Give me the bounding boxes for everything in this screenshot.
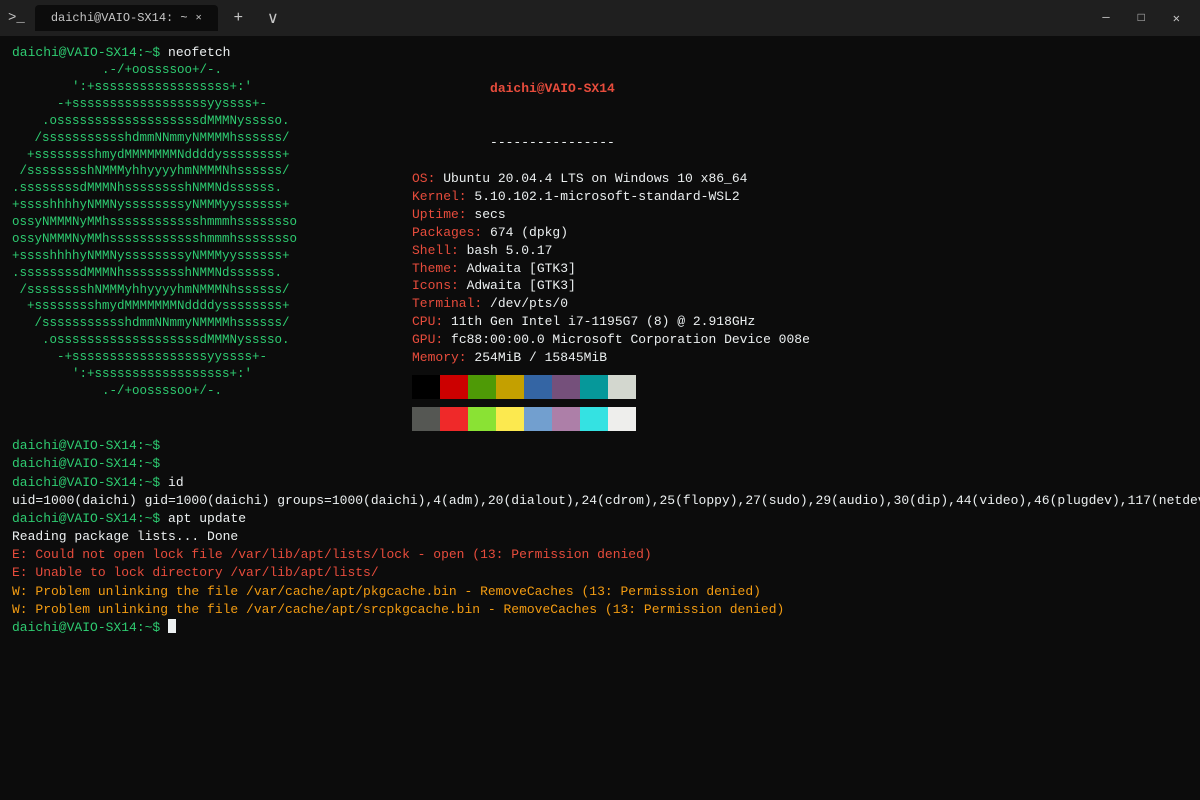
info-icons: Icons: Adwaita [GTK3] — [412, 277, 1188, 295]
prompt-text: daichi@VAIO-SX14:~$ — [12, 510, 160, 528]
apt-error-1: E: Could not open lock file /var/lib/apt… — [12, 546, 1188, 564]
info-memory: Memory: 254MiB / 15845MiB — [412, 349, 1188, 367]
cmd-apt: apt update — [160, 510, 246, 528]
apt-error-2: E: Unable to lock directory /var/lib/apt… — [12, 564, 1188, 582]
swatch-black — [412, 375, 440, 399]
swatch-bright-blue — [524, 407, 552, 431]
swatch-white — [608, 375, 636, 399]
color-strip-2 — [412, 407, 1188, 431]
neofetch-output: .-/+oossssoo+/-. ':+ssssssssssssssssss+:… — [12, 62, 1188, 435]
info-shell: Shell: bash 5.0.17 — [412, 242, 1188, 260]
swatch-bright-yellow — [496, 407, 524, 431]
separator-text: ---------------- — [490, 135, 615, 150]
titlebar: >_ daichi@VAIO-SX14: ~ ✕ + ∨ ─ □ ✕ — [0, 0, 1200, 36]
swatch-bright-magenta — [552, 407, 580, 431]
logo-line-19: ':+ssssssssssssssssss+:' — [12, 366, 402, 383]
logo-line-2: ':+ssssssssssssssssss+:' — [12, 79, 402, 96]
blank-prompt-1: daichi@VAIO-SX14:~$ — [12, 437, 1188, 455]
info-uptime: Uptime: secs — [412, 206, 1188, 224]
prompt-text: daichi@VAIO-SX14:~$ — [12, 44, 160, 62]
logo-line-14: /sssssssshNMMMyhhyyyyhmNMMMNhssssss/ — [12, 282, 402, 299]
cursor — [168, 619, 176, 633]
logo-line-1: .-/+oossssoo+/-. — [12, 62, 402, 79]
logo-line-10: ossyNMMMNyMMhsssssssssssshmmmhssssssso — [12, 214, 402, 231]
prompt-id-cmd: daichi@VAIO-SX14:~$ id — [12, 474, 1188, 492]
swatch-green — [468, 375, 496, 399]
swatch-bright-white — [608, 407, 636, 431]
apt-warn-2: W: Problem unlinking the file /var/cache… — [12, 601, 1188, 619]
logo-line-13: .ssssssssdMMMNhsssssssshNMMNdssssss. — [12, 265, 402, 282]
prompt-apt-cmd: daichi@VAIO-SX14:~$ apt update — [12, 510, 1188, 528]
cmd-id: id — [160, 474, 183, 492]
logo-line-7: /sssssssshNMMMyhhyyyyhmNMMMNhssssss/ — [12, 163, 402, 180]
logo-line-11: ossyNMMMNyMMhsssssssssssshmmmhssssssso — [12, 231, 402, 248]
command-neofetch: neofetch — [160, 44, 230, 62]
dropdown-button[interactable]: ∨ — [259, 6, 287, 30]
final-cmd — [160, 619, 168, 637]
terminal-icon: >_ — [8, 10, 25, 26]
final-prompt: daichi@VAIO-SX14:~$ — [12, 619, 1188, 637]
tab-close-button[interactable]: ✕ — [196, 12, 202, 24]
prompt-text: daichi@VAIO-SX14:~$ — [12, 437, 160, 455]
user-host-text: daichi@VAIO-SX14 — [490, 81, 615, 96]
terminal-window: >_ daichi@VAIO-SX14: ~ ✕ + ∨ ─ □ ✕ daich… — [0, 0, 1200, 800]
logo-line-6: +sssssssshmydMMMMMMMNddddyssssssss+ — [12, 147, 402, 164]
info-os: OS: Ubuntu 20.04.4 LTS on Windows 10 x86… — [412, 170, 1188, 188]
apt-output-reading: Reading package lists... Done — [12, 528, 1188, 546]
logo-line-20: .-/+oossssoo+/-. — [12, 383, 402, 400]
logo-line-4: .osssssssssssssssssssdMMMNysssso. — [12, 113, 402, 130]
swatch-yellow — [496, 375, 524, 399]
swatch-bright-green — [468, 407, 496, 431]
neofetch-logo: .-/+oossssoo+/-. ':+ssssssssssssssssss+:… — [12, 62, 402, 435]
logo-line-15: +sssssssshmydMMMMMMMNddddyssssssss+ — [12, 298, 402, 315]
info-kernel: Kernel: 5.10.102.1-microsoft-standard-WS… — [412, 188, 1188, 206]
logo-line-12: +sssshhhhyNMMNyssssssssyNMMMyyssssss+ — [12, 248, 402, 265]
logo-line-3: -+ssssssssssssssssssyyssss+- — [12, 96, 402, 113]
separator-line: ---------------- — [412, 116, 1188, 170]
info-cpu: CPU: 11th Gen Intel i7-1195G7 (8) @ 2.91… — [412, 313, 1188, 331]
swatch-blue — [524, 375, 552, 399]
logo-line-5: /ssssssssssshdmmNNmmyNMMMMhssssss/ — [12, 130, 402, 147]
id-output: uid=1000(daichi) gid=1000(daichi) groups… — [12, 492, 1188, 510]
maximize-button[interactable]: □ — [1126, 7, 1157, 30]
swatch-bright-cyan — [580, 407, 608, 431]
info-packages: Packages: 674 (dpkg) — [412, 224, 1188, 242]
info-terminal: Terminal: /dev/pts/0 — [412, 295, 1188, 313]
terminal-content[interactable]: daichi@VAIO-SX14:~$ neofetch .-/+oosssso… — [0, 36, 1200, 800]
close-button[interactable]: ✕ — [1161, 7, 1192, 30]
color-strip-1 — [412, 375, 1188, 399]
logo-line-16: /ssssssssssshdmmNNmmyNMMMMhssssss/ — [12, 315, 402, 332]
window-controls: ─ □ ✕ — [1090, 7, 1192, 30]
info-theme: Theme: Adwaita [GTK3] — [412, 260, 1188, 278]
swatch-cyan — [580, 375, 608, 399]
swatch-magenta — [552, 375, 580, 399]
tab-label: daichi@VAIO-SX14: ~ — [51, 11, 188, 25]
logo-line-18: -+ssssssssssssssssssyyssss+- — [12, 349, 402, 366]
logo-line-17: .osssssssssssssssssssdMMMNysssso. — [12, 332, 402, 349]
swatch-bright-red — [440, 407, 468, 431]
prompt-text: daichi@VAIO-SX14:~$ — [12, 474, 160, 492]
minimize-button[interactable]: ─ — [1090, 7, 1121, 30]
blank-prompt-2: daichi@VAIO-SX14:~$ — [12, 455, 1188, 473]
info-gpu: GPU: fc88:00:00.0 Microsoft Corporation … — [412, 331, 1188, 349]
logo-line-8: .ssssssssdMMMNhsssssssshNMMNdssssss. — [12, 180, 402, 197]
swatch-bright-black — [412, 407, 440, 431]
user-host-line: daichi@VAIO-SX14 — [412, 62, 1188, 116]
apt-warn-1: W: Problem unlinking the file /var/cache… — [12, 583, 1188, 601]
final-prompt-text: daichi@VAIO-SX14:~$ — [12, 619, 160, 637]
prompt-line-neofetch: daichi@VAIO-SX14:~$ neofetch — [12, 44, 1188, 62]
active-tab[interactable]: daichi@VAIO-SX14: ~ ✕ — [35, 5, 218, 31]
swatch-red — [440, 375, 468, 399]
prompt-text: daichi@VAIO-SX14:~$ — [12, 455, 160, 473]
new-tab-button[interactable]: + — [226, 7, 251, 29]
neofetch-info: daichi@VAIO-SX14 ---------------- OS: Ub… — [402, 62, 1188, 435]
logo-line-9: +sssshhhhyNMMNyssssssssyNMMMyyssssss+ — [12, 197, 402, 214]
